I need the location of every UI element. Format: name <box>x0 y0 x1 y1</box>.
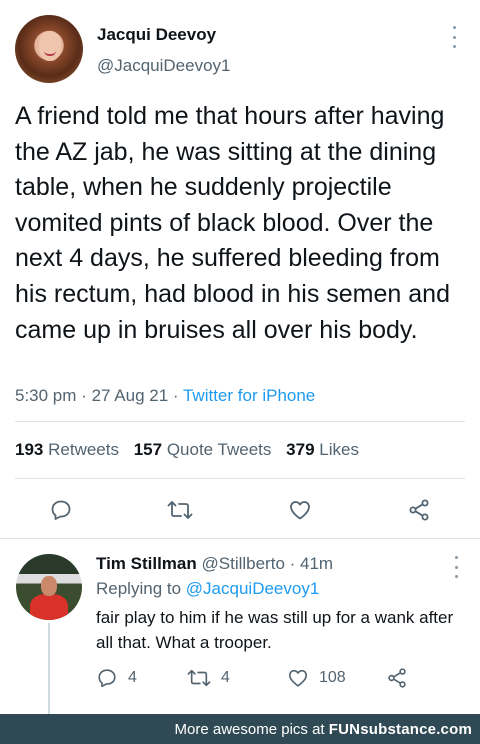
more-options-icon[interactable] <box>446 556 466 578</box>
replying-mention[interactable]: @JacquiDeevoy1 <box>186 579 320 598</box>
divider <box>15 421 465 422</box>
watermark-prefix: More awesome pics at <box>174 721 325 738</box>
retweets-stat[interactable]: 193 Retweets <box>15 440 119 460</box>
reply-like-button[interactable]: 108 <box>287 664 346 692</box>
reply-share-button[interactable] <box>386 664 418 692</box>
reply-count: 4 <box>128 669 137 686</box>
watermark-brand: FUNsubstance.com <box>328 721 472 738</box>
meta-separator: · <box>81 386 87 405</box>
quote-tweets-stat[interactable]: 157 Quote Tweets <box>134 440 272 460</box>
reply-display-name[interactable]: Tim Stillman <box>96 554 197 573</box>
author-display-name[interactable]: Jacqui Deevoy <box>97 25 216 45</box>
avatar-face <box>39 31 61 61</box>
tweet-meta: 5:30 pm · 27 Aug 21 · Twitter for iPhone <box>15 386 315 406</box>
likes-label: Likes <box>319 440 359 459</box>
meta-separator: · <box>172 386 179 405</box>
retweets-label: Retweets <box>48 440 119 459</box>
tweet-date[interactable]: 27 Aug 21 <box>92 386 169 405</box>
tweet-time[interactable]: 5:30 pm <box>15 386 76 405</box>
retweets-count: 193 <box>15 440 44 459</box>
reply-author[interactable]: Tim Stillman @Stillberto · 41m <box>96 554 333 574</box>
retweet-icon <box>187 669 211 687</box>
share-icon[interactable] <box>401 492 437 528</box>
avatar-head <box>41 576 57 596</box>
tweet-stats: 193 Retweets 157 Quote Tweets 379 Likes <box>15 440 369 460</box>
likes-count: 379 <box>286 440 315 459</box>
share-icon <box>388 668 406 688</box>
reply-retweet-button[interactable]: 4 <box>187 664 230 692</box>
more-options-icon[interactable] <box>444 26 464 48</box>
like-icon[interactable] <box>282 492 318 528</box>
reply-text: fair play to him if he was still up for … <box>96 608 454 652</box>
likes-stat[interactable]: 379 Likes <box>286 440 359 460</box>
divider <box>15 478 465 479</box>
replying-prefix: Replying to <box>96 579 182 598</box>
tweet-source[interactable]: Twitter for iPhone <box>183 386 315 405</box>
watermark-text: More awesome pics at FUNsubstance.com <box>175 721 472 738</box>
reply-icon[interactable] <box>43 492 79 528</box>
quotes-count: 157 <box>133 440 163 459</box>
avatar[interactable] <box>16 554 82 620</box>
reply-age: · 41m <box>289 554 334 573</box>
watermark-footer: More awesome pics at FUNsubstance.com <box>0 714 480 744</box>
reply-handle[interactable]: @Stillberto <box>202 554 285 573</box>
like-icon <box>288 669 308 687</box>
retweet-icon[interactable] <box>162 492 198 528</box>
replying-to: Replying to @JacquiDeevoy1 <box>96 579 319 599</box>
reply-tweet[interactable]: Tim Stillman @Stillberto · 41m Replying … <box>0 539 480 714</box>
main-tweet: Jacqui Deevoy @JacquiDeevoy1 A friend to… <box>0 0 480 538</box>
reply-actions: 4 4 108 <box>0 664 480 692</box>
reply-reply-button[interactable]: 4 <box>96 664 137 692</box>
author-handle[interactable]: @JacquiDeevoy1 <box>97 56 231 76</box>
reply-icon <box>98 669 116 688</box>
avatar[interactable] <box>15 15 83 83</box>
like-count: 108 <box>319 669 346 686</box>
tweet-actions <box>0 492 480 528</box>
quotes-label: Quote Tweets <box>166 440 272 459</box>
retweet-count: 4 <box>221 669 230 686</box>
tweet-text: A friend told me that hours after having… <box>15 102 450 344</box>
avatar-shirt <box>30 594 68 620</box>
